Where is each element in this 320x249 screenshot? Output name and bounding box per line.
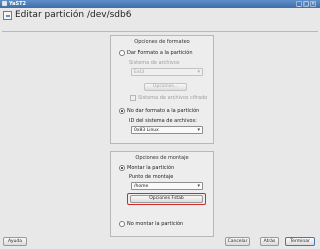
chevron-down-icon: ▾ [197, 69, 200, 75]
minimize-icon[interactable]: _ [296, 1, 302, 7]
encrypt-label: Sistema de archivos cifrado [138, 95, 208, 101]
cancel-button[interactable]: Cancelar [225, 237, 250, 246]
no-format-radio-label: No dar formato a la partición [127, 108, 200, 114]
no-format-radio[interactable] [119, 108, 125, 114]
help-button[interactable]: Ayuda [3, 237, 27, 246]
mountpoint-value: /home [134, 184, 149, 189]
finish-button[interactable]: Terminar [285, 237, 315, 246]
dialog-window: Editar partición /dev/sdb6 Opciones de f… [0, 8, 320, 249]
format-options-title: Opciones de formateo [134, 39, 190, 45]
filesystem-select[interactable]: Ext3 ▾ [131, 68, 203, 76]
close-icon[interactable]: × [310, 1, 316, 7]
window-titlebar: YaST2 _ □ × [0, 0, 320, 8]
mountpoint-select[interactable]: /home ▾ [131, 182, 203, 190]
app-icon [2, 1, 7, 6]
mountpoint-label: Punto de montaje [129, 174, 174, 180]
mount-options-title: Opciones de montaje [135, 155, 189, 161]
maximize-icon[interactable]: □ [303, 1, 309, 7]
filesystem-label: Sistema de archivos [129, 60, 180, 66]
fsid-label: ID del sistema de archivos: [129, 118, 197, 124]
format-radio[interactable] [119, 50, 125, 56]
format-options-button[interactable]: Opciones... [144, 83, 187, 91]
chevron-down-icon: ▾ [197, 183, 200, 189]
format-radio-label: Dar Formato a la partición [127, 50, 193, 56]
fsid-select[interactable]: 0x83 Linux ▾ [131, 126, 203, 134]
partition-icon [3, 11, 12, 20]
mount-radio[interactable] [119, 165, 125, 171]
mount-options-group: Opciones de montaje Montar la partición … [110, 151, 214, 237]
no-mount-radio[interactable] [119, 221, 125, 227]
back-button[interactable]: Atrás [260, 237, 279, 246]
fstab-options-button[interactable]: Opciones Fstab [130, 195, 203, 203]
page-title: Editar partición /dev/sdb6 [15, 10, 132, 20]
format-options-group: Opciones de formateo Dar Formato a la pa… [110, 35, 214, 144]
no-mount-radio-label: No montar la partición [127, 221, 184, 227]
fsid-value: 0x83 Linux [134, 128, 159, 133]
chevron-down-icon: ▾ [197, 127, 200, 133]
header-divider [2, 31, 318, 32]
filesystem-value: Ext3 [134, 70, 145, 75]
window-title: YaST2 [9, 1, 27, 7]
encrypt-checkbox[interactable] [130, 95, 136, 101]
mount-radio-label: Montar la partición [127, 165, 175, 171]
